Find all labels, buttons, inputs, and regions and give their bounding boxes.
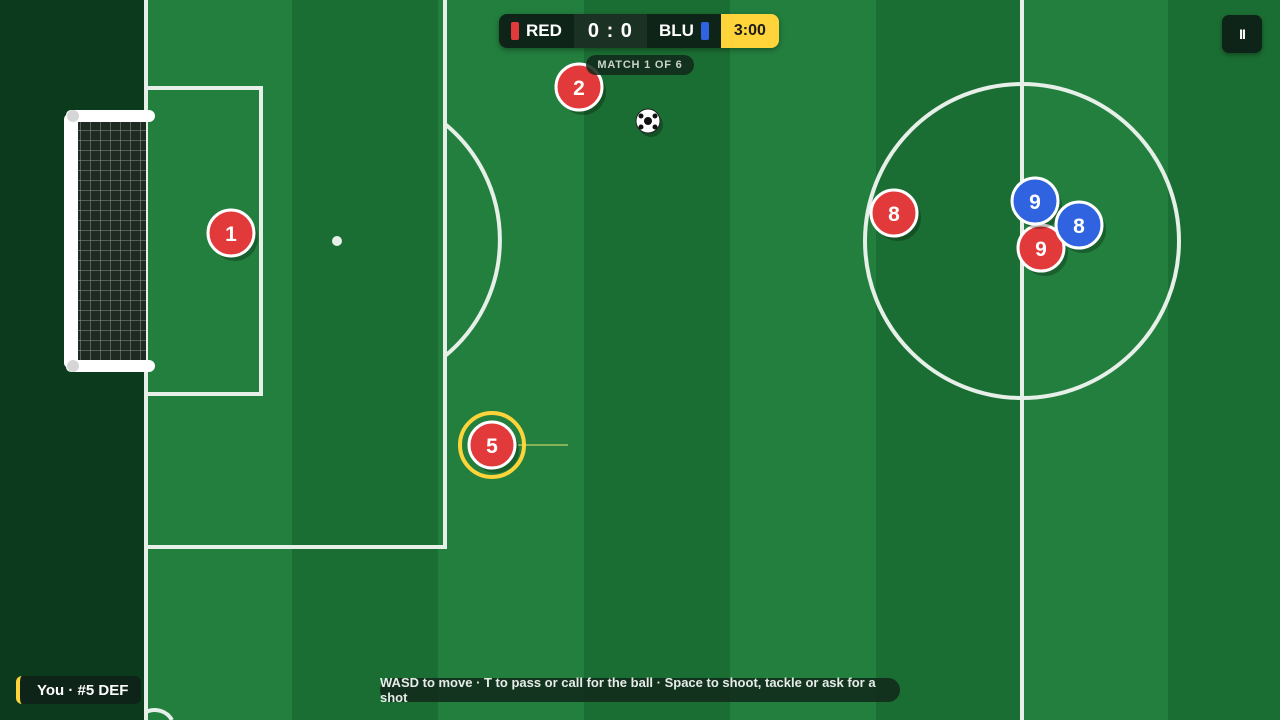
blue-team-chip bbox=[700, 22, 709, 40]
controls-hint: WASD to move · T to pass or call for the… bbox=[380, 675, 900, 705]
score: 0 : 0 bbox=[573, 14, 647, 48]
pause-button[interactable]: II bbox=[1222, 15, 1262, 53]
player-number: 8 bbox=[888, 203, 900, 226]
goal-net bbox=[64, 110, 155, 372]
home-team-name: RED bbox=[526, 21, 562, 40]
player-red-5-selected: 5 bbox=[458, 411, 526, 479]
red-team-chip bbox=[511, 22, 519, 40]
penalty-spot bbox=[332, 236, 342, 246]
scoreboard: RED 0 : 0 BLU 3:00 bbox=[499, 14, 779, 48]
player-number: 9 bbox=[1029, 191, 1041, 214]
player-number: 8 bbox=[1073, 215, 1085, 238]
away-team: BLU bbox=[646, 14, 721, 48]
match-timer: 3:00 bbox=[720, 14, 779, 48]
pitch: 1 2 5 8 9 9 8 bbox=[0, 0, 1280, 720]
goal-back-bar bbox=[64, 114, 78, 368]
player-number: 5 bbox=[486, 435, 498, 458]
player-number: 2 bbox=[573, 77, 585, 100]
player-number: 1 bbox=[225, 223, 237, 246]
pitch-stripes bbox=[146, 0, 1280, 720]
match-counter: MATCH 1 OF 6 bbox=[586, 55, 694, 75]
pause-icon: II bbox=[1239, 26, 1246, 42]
player-number: 9 bbox=[1035, 238, 1047, 261]
player-identity-badge: You · #5 DEF bbox=[16, 676, 142, 704]
away-team-name: BLU bbox=[658, 21, 694, 40]
home-team: RED bbox=[499, 14, 574, 48]
